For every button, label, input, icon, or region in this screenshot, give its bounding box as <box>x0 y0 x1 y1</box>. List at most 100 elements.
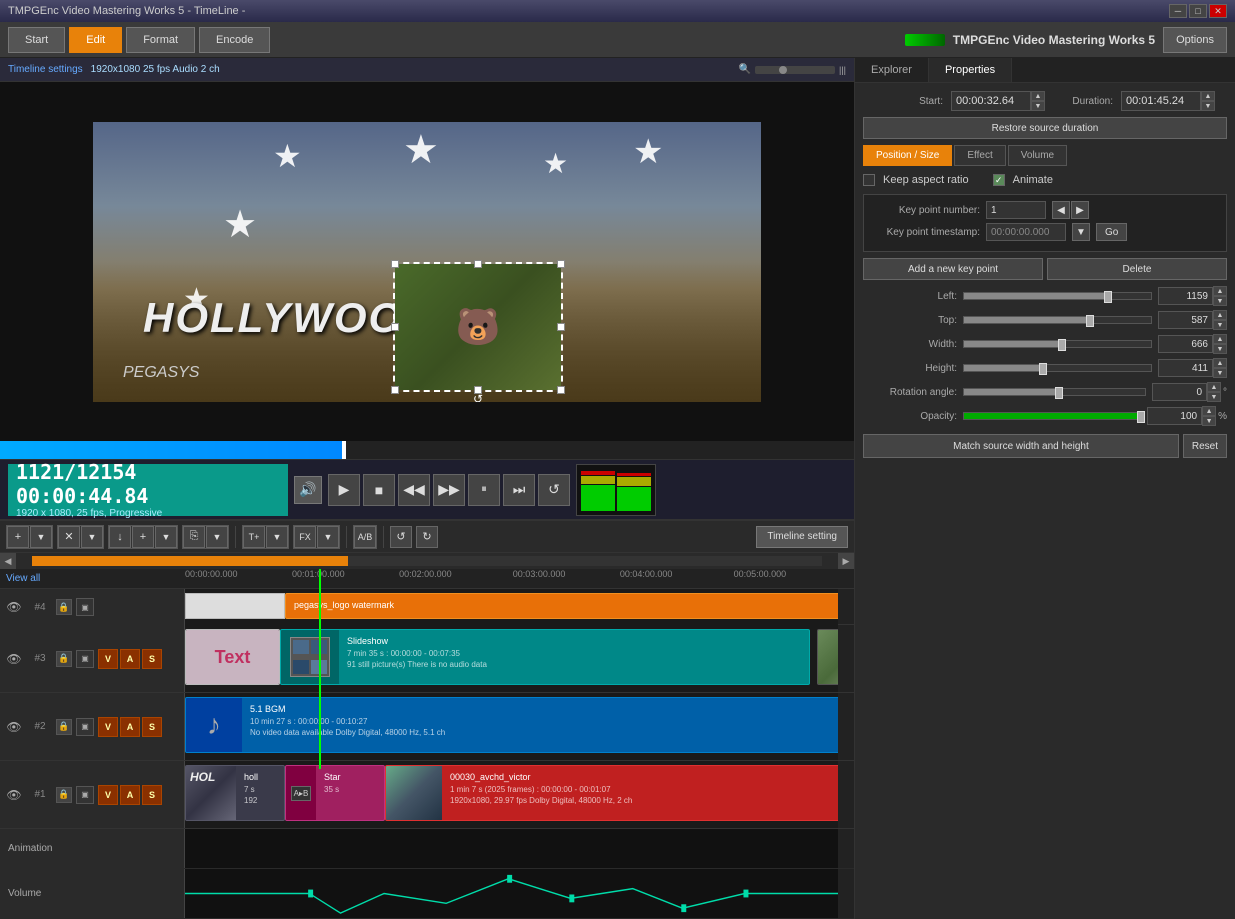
properties-tab[interactable]: Properties <box>929 58 1012 82</box>
track-2-lock[interactable]: 🔒 <box>56 719 72 735</box>
selection-box[interactable]: 🐻 ↺ <box>393 262 563 392</box>
restore-button[interactable]: Restore source duration <box>863 117 1227 139</box>
track-3-s-btn[interactable]: S <box>142 649 162 669</box>
height-slider-thumb[interactable] <box>1039 363 1047 375</box>
view-all-button[interactable]: View all <box>6 573 40 584</box>
add-track-options[interactable]: ▼ <box>30 526 52 548</box>
opacity-spin-down[interactable]: ▼ <box>1202 416 1216 426</box>
top-spin-down[interactable]: ▼ <box>1213 320 1227 330</box>
opacity-spin-up[interactable]: ▲ <box>1202 406 1216 416</box>
rotation-slider-track[interactable] <box>963 388 1146 396</box>
left-value-input[interactable] <box>1158 287 1213 305</box>
width-spin-up[interactable]: ▲ <box>1213 334 1227 344</box>
zoom-slider[interactable] <box>755 66 835 74</box>
text-btn[interactable]: T+ <box>243 526 265 548</box>
top-slider-track[interactable] <box>963 316 1152 324</box>
move-down[interactable]: ↓ <box>109 526 131 548</box>
text-options[interactable]: ▼ <box>266 526 288 548</box>
add-video-track[interactable]: + <box>7 526 29 548</box>
sel-handle-tm[interactable] <box>474 260 482 268</box>
format-button[interactable]: Format <box>126 27 195 53</box>
rotation-value-input[interactable] <box>1152 383 1207 401</box>
add-keypoint-button[interactable]: Add a new key point <box>863 258 1043 280</box>
track-3-preview[interactable]: ▣ <box>76 650 94 668</box>
fx-options[interactable]: ▼ <box>317 526 339 548</box>
left-slider-thumb[interactable] <box>1104 291 1112 303</box>
step-forward-button[interactable]: ⏭ <box>503 474 535 506</box>
edit-button[interactable]: Edit <box>69 27 122 53</box>
keypoint-ts-down[interactable]: ▼ <box>1072 223 1090 241</box>
track-2-a-btn[interactable]: A <box>120 717 140 737</box>
track-1-eye[interactable]: 👁 <box>4 785 24 805</box>
track-2-s-btn[interactable]: S <box>142 717 162 737</box>
copy-options[interactable]: ▼ <box>206 526 228 548</box>
stop-button[interactable]: ■ <box>363 474 395 506</box>
redo-btn[interactable]: ↻ <box>416 526 438 548</box>
encode-button[interactable]: Encode <box>199 27 270 53</box>
duration-spin-down[interactable]: ▼ <box>1201 101 1215 111</box>
keypoint-ts-input[interactable] <box>986 223 1066 241</box>
track-3-v-btn[interactable]: V <box>98 649 118 669</box>
start-button[interactable]: Start <box>8 27 65 53</box>
opacity-slider-track[interactable] <box>963 412 1141 420</box>
options-button[interactable]: Options <box>1163 27 1227 53</box>
height-spin-up[interactable]: ▲ <box>1213 358 1227 368</box>
close-button[interactable]: ✕ <box>1209 4 1227 18</box>
track-1-a-btn[interactable]: A <box>120 785 140 805</box>
left-slider-track[interactable] <box>963 292 1152 300</box>
rotation-slider-thumb[interactable] <box>1055 387 1063 399</box>
track-1-preview[interactable]: ▣ <box>76 786 94 804</box>
keypoint-prev[interactable]: ◀ <box>1052 201 1070 219</box>
sel-handle-tl[interactable] <box>391 260 399 268</box>
track-2-v-btn[interactable]: V <box>98 717 118 737</box>
scroll-thumb[interactable] <box>32 556 348 566</box>
left-spin-up[interactable]: ▲ <box>1213 286 1227 296</box>
timeline-setting-button[interactable]: Timeline setting <box>756 526 848 548</box>
move-options2[interactable]: ▼ <box>155 526 177 548</box>
clip-bgm[interactable]: ♪ 5.1 BGM 10 min 27 s : 00:00:00 - 00:10… <box>185 697 838 753</box>
effect-tab[interactable]: Effect <box>954 145 1005 166</box>
position-size-tab[interactable]: Position / Size <box>863 145 952 166</box>
start-input[interactable] <box>951 91 1031 111</box>
keypoint-next[interactable]: ▶ <box>1071 201 1089 219</box>
minimize-button[interactable]: ─ <box>1169 4 1187 18</box>
delete-keypoint-button[interactable]: Delete <box>1047 258 1227 280</box>
track-4-lock[interactable]: 🔒 <box>56 599 72 615</box>
undo-btn[interactable]: ↺ <box>390 526 412 548</box>
top-spin-up[interactable]: ▲ <box>1213 310 1227 320</box>
volume-tab[interactable]: Volume <box>1008 145 1067 166</box>
track-3-lock[interactable]: 🔒 <box>56 651 72 667</box>
scroll-left-btn[interactable]: ◀ <box>0 553 16 569</box>
start-spin-down[interactable]: ▼ <box>1031 101 1045 111</box>
animate-checkbox[interactable] <box>993 174 1005 186</box>
play-button[interactable]: ▶ <box>328 474 360 506</box>
rotation-handle[interactable]: ↺ <box>473 392 483 402</box>
scroll-track[interactable] <box>32 556 822 566</box>
track-3-a-btn[interactable]: A <box>120 649 140 669</box>
track-1-v-btn[interactable]: V <box>98 785 118 805</box>
go-button[interactable]: Go <box>1096 223 1127 241</box>
explorer-tab[interactable]: Explorer <box>855 58 929 82</box>
track-1-lock[interactable]: 🔒 <box>56 787 72 803</box>
remove-options[interactable]: ▼ <box>81 526 103 548</box>
height-value-input[interactable] <box>1158 359 1213 377</box>
fastforward-button[interactable]: ▶▶ <box>433 474 465 506</box>
clip-holl[interactable]: HOL holl 7 s 192 <box>185 765 285 821</box>
timeline-settings-link[interactable]: Timeline settings <box>8 64 83 75</box>
clip-slideshow[interactable]: Slideshow 7 min 35 s : 00:00:00 - 00:07:… <box>280 629 810 685</box>
clip-victor[interactable]: 00030_avchd_victor 1 min 7 s (2025 frame… <box>385 765 838 821</box>
clip-pegasys-logo[interactable]: pegasys_logo watermark <box>285 593 838 619</box>
opacity-value-input[interactable] <box>1147 407 1202 425</box>
track-2-preview[interactable]: ▣ <box>76 718 94 736</box>
rotation-spin-up[interactable]: ▲ <box>1207 382 1221 392</box>
width-spin-down[interactable]: ▼ <box>1213 344 1227 354</box>
sel-handle-ml[interactable] <box>391 323 399 331</box>
keypoint-num-input[interactable] <box>986 201 1046 219</box>
volume-icon[interactable]: 🔊 <box>294 476 322 504</box>
loop-button[interactable]: ↺ <box>538 474 570 506</box>
sel-handle-bl[interactable] <box>391 386 399 394</box>
rotation-spin-down[interactable]: ▼ <box>1207 392 1221 402</box>
track-4-eye[interactable]: 👁 <box>4 597 24 617</box>
scroll-right-btn[interactable]: ▶ <box>838 553 854 569</box>
height-spin-down[interactable]: ▼ <box>1213 368 1227 378</box>
